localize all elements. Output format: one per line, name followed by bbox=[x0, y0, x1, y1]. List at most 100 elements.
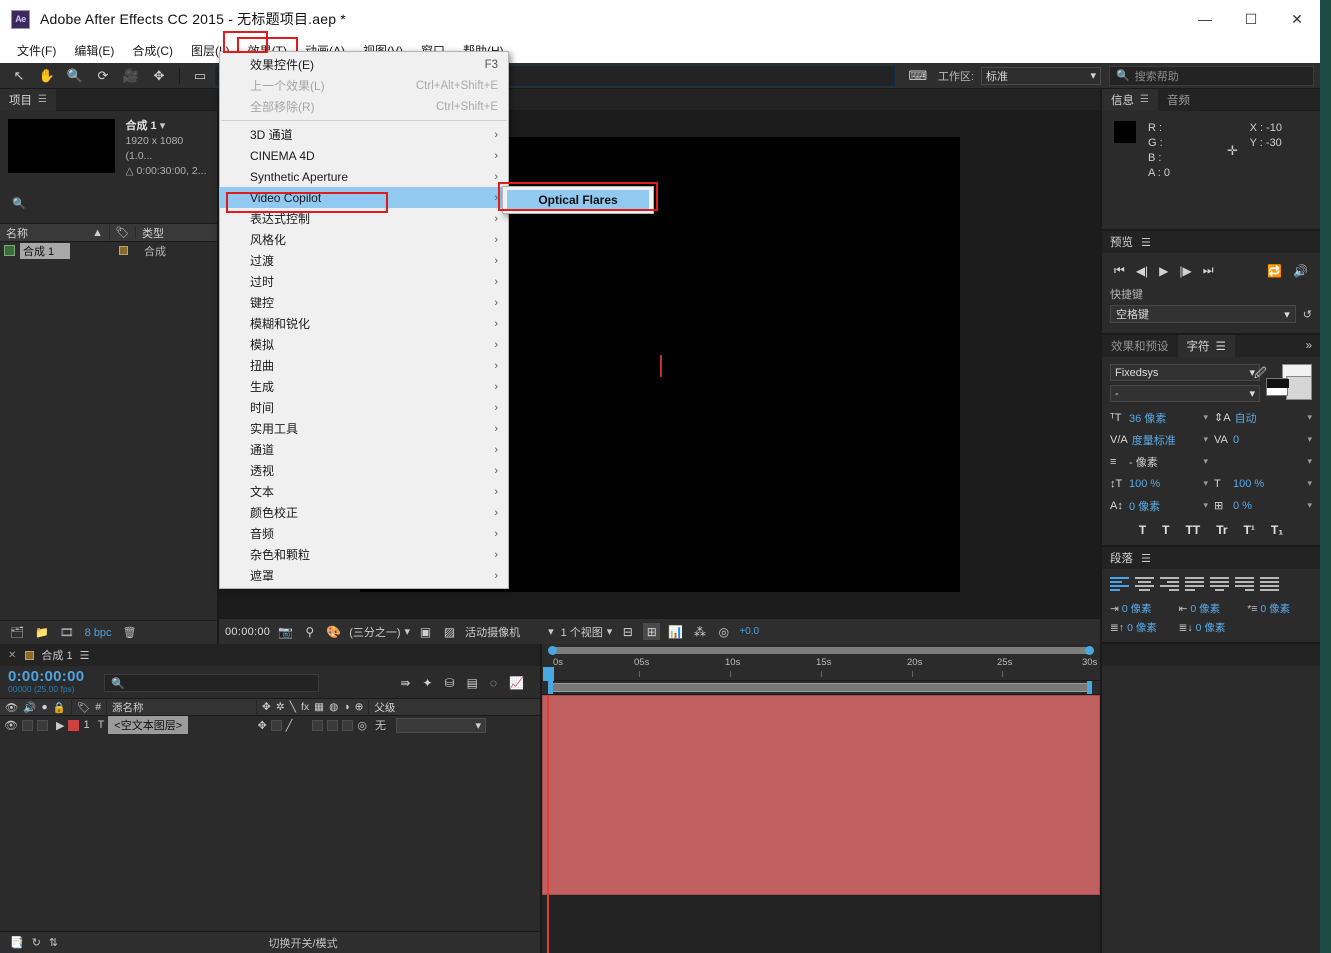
current-time-indicator[interactable] bbox=[543, 667, 554, 953]
indent-right-field[interactable]: ⇤ 0 像素 bbox=[1179, 601, 1240, 616]
horizontal-scale-field[interactable]: T 100 % ▾ bbox=[1214, 475, 1312, 492]
expand-triangle-icon[interactable]: ▶ bbox=[56, 719, 64, 732]
maximize-button[interactable]: ☐ bbox=[1228, 0, 1274, 38]
help-search-input[interactable]: 🔍 搜索帮助 bbox=[1109, 65, 1314, 86]
layer-track-area[interactable] bbox=[542, 667, 1100, 953]
menu-category-3d-channel[interactable]: 3D 通道 › bbox=[220, 124, 508, 145]
align-left-button[interactable] bbox=[1110, 576, 1129, 592]
frame-blend-icon[interactable]: ▤ bbox=[467, 676, 478, 690]
pan-behind-tool-icon[interactable]: ✥ bbox=[146, 65, 172, 87]
vertical-scale-field[interactable]: ↕T 100 % ▾ bbox=[1110, 475, 1208, 492]
shape-tool-icon[interactable]: ▭ bbox=[187, 65, 213, 87]
fast-preview-icon[interactable]: ⊞ bbox=[643, 623, 661, 640]
font-style-select[interactable]: - ▾ bbox=[1110, 385, 1260, 402]
duration-start-handle[interactable] bbox=[548, 681, 553, 694]
menu-category-blur-sharpen[interactable]: 模糊和锐化 › bbox=[220, 313, 508, 334]
menu-category-text[interactable]: 文本 › bbox=[220, 481, 508, 502]
timeline-tab-label[interactable]: 合成 1 bbox=[41, 647, 72, 663]
snapshot-icon[interactable]: 📷 bbox=[277, 623, 294, 640]
menu-category-transition[interactable]: 过渡 › bbox=[220, 250, 508, 271]
italic-button[interactable]: T bbox=[1162, 523, 1169, 537]
frame-blending-icon[interactable]: ↻ bbox=[32, 936, 41, 949]
align-right-button[interactable] bbox=[1160, 576, 1179, 592]
menu-effect-controls[interactable]: 效果控件(E) F3 bbox=[220, 54, 508, 75]
panel-menu-icon[interactable]: ☰ bbox=[38, 94, 47, 105]
comp-time[interactable]: 00:00:00 bbox=[225, 626, 270, 638]
menu-category-obsolete[interactable]: 过时 › bbox=[220, 271, 508, 292]
audio-icon[interactable]: 🔊 bbox=[1293, 264, 1308, 278]
menu-category-utility[interactable]: 实用工具 › bbox=[220, 418, 508, 439]
hide-shy-icon[interactable]: ⛁ bbox=[445, 676, 455, 690]
next-frame-icon[interactable]: |▶ bbox=[1179, 264, 1191, 278]
duration-end-handle[interactable] bbox=[1087, 681, 1092, 694]
collapse-toggle[interactable] bbox=[270, 719, 282, 731]
indent-first-field[interactable]: *≡ 0 像素 bbox=[1247, 601, 1308, 616]
transparency-grid-icon[interactable]: ▨ bbox=[441, 623, 458, 640]
menu-category-keying[interactable]: 键控 › bbox=[220, 292, 508, 313]
current-time-display[interactable]: 0:00:00:00 00000 (25.00 fps) bbox=[8, 669, 84, 695]
zoom-tool-icon[interactable]: 🔍 bbox=[62, 65, 88, 87]
transform-icon[interactable]: ✥ bbox=[258, 719, 267, 732]
tab-project[interactable]: 项目 ☰ bbox=[0, 88, 56, 111]
loop-icon[interactable]: 🔁 bbox=[1267, 264, 1282, 278]
tab-effects-presets[interactable]: 效果和预设 bbox=[1102, 335, 1178, 357]
justify-last-left-button[interactable] bbox=[1185, 576, 1204, 592]
tab-preview-label[interactable]: 预览 bbox=[1110, 234, 1133, 250]
show-snapshot-icon[interactable]: ⚲ bbox=[301, 623, 318, 640]
menu-category-noise-grain[interactable]: 杂色和颗粒 › bbox=[220, 544, 508, 565]
motionblur-toggle[interactable] bbox=[342, 719, 354, 731]
small-caps-button[interactable]: Tr bbox=[1216, 523, 1227, 537]
menu-category-perspective[interactable]: 透视 › bbox=[220, 460, 508, 481]
parent-header[interactable]: 父级 bbox=[369, 698, 400, 716]
stroke-type-field[interactable]: ▾ bbox=[1214, 453, 1312, 470]
quality-icon[interactable]: ╱ bbox=[286, 719, 293, 732]
tab-info[interactable]: 信息 ☰ bbox=[1102, 88, 1158, 111]
stroke-color-swatch[interactable] bbox=[1286, 376, 1312, 400]
views-select[interactable]: 1 个视图 ▾ bbox=[561, 624, 613, 640]
menu-category-matte[interactable]: 遮罩 › bbox=[220, 565, 508, 586]
panel-menu-icon[interactable]: ☰ bbox=[1141, 552, 1151, 565]
menu-category-generate[interactable]: 生成 › bbox=[220, 376, 508, 397]
tracking-field[interactable]: VA 0 ▾ bbox=[1214, 431, 1312, 448]
layer-duration-bar[interactable] bbox=[542, 695, 1100, 895]
close-icon[interactable]: ✕ bbox=[8, 650, 16, 661]
timeline-search-input[interactable]: 🔍 bbox=[104, 674, 320, 692]
leading-field[interactable]: ⇕A 自动 ▾ bbox=[1214, 409, 1312, 426]
time-ruler[interactable]: 0s 05s 10s 15s 20s 25s 30s bbox=[542, 655, 1100, 681]
work-area-bar[interactable] bbox=[550, 647, 1090, 654]
resolution-select[interactable]: (三分之一) ▾ bbox=[349, 624, 410, 640]
live-update-icon[interactable]: ⇛ bbox=[400, 676, 410, 690]
render-queue-icon[interactable]: 📑 bbox=[10, 936, 24, 949]
new-folder-icon[interactable]: 🗂 bbox=[10, 626, 24, 639]
menu-category-channel[interactable]: 通道 › bbox=[220, 439, 508, 460]
camera-tool-icon[interactable]: 🎥 bbox=[118, 65, 144, 87]
pixel-aspect-icon[interactable]: ⊟ bbox=[619, 623, 636, 640]
justify-all-button[interactable] bbox=[1260, 576, 1279, 592]
column-name[interactable]: 名称 ▲ bbox=[0, 224, 110, 241]
delete-icon[interactable]: 🗑 bbox=[123, 626, 137, 639]
menu-category-cinema4d[interactable]: CINEMA 4D › bbox=[220, 145, 508, 166]
motion-blur-icon[interactable]: ⇅ bbox=[49, 936, 58, 949]
graph-editor-icon[interactable]: 📈 bbox=[509, 676, 524, 690]
kerning-field[interactable]: V/A 度量标准 ▾ bbox=[1110, 431, 1208, 448]
play-icon[interactable]: ▶ bbox=[1159, 264, 1168, 278]
list-item[interactable]: 合成 1 合成 bbox=[0, 242, 217, 259]
hand-tool-icon[interactable]: ✋ bbox=[34, 65, 60, 87]
parent-select[interactable]: ▾ bbox=[396, 717, 487, 733]
draft-3d-icon[interactable]: ✦ bbox=[422, 676, 432, 690]
camera-select[interactable]: 活动摄像机 ▾ bbox=[465, 624, 554, 640]
font-family-select[interactable]: Fixedsys ▾ bbox=[1110, 364, 1260, 381]
default-colors-icon[interactable] bbox=[1266, 378, 1289, 396]
column-type[interactable]: 类型 bbox=[136, 225, 170, 241]
exposure-icon[interactable]: ◎ bbox=[715, 623, 732, 640]
menu-edit[interactable]: 编辑(E) bbox=[65, 39, 123, 62]
all-caps-button[interactable]: TT bbox=[1186, 523, 1201, 537]
motion-blur-icon[interactable]: ◌ bbox=[490, 676, 497, 690]
work-area-duration-bar[interactable] bbox=[550, 683, 1090, 692]
timeline-icon[interactable]: 📊 bbox=[667, 623, 684, 640]
menu-category-color-correction[interactable]: 颜色校正 › bbox=[220, 502, 508, 523]
align-center-button[interactable] bbox=[1135, 576, 1154, 592]
exposure-value[interactable]: +0.0 bbox=[739, 626, 759, 637]
panel-menu-icon[interactable]: ☰ bbox=[1140, 94, 1149, 105]
workspace-toggle-icon[interactable]: ⌨ bbox=[905, 65, 931, 87]
